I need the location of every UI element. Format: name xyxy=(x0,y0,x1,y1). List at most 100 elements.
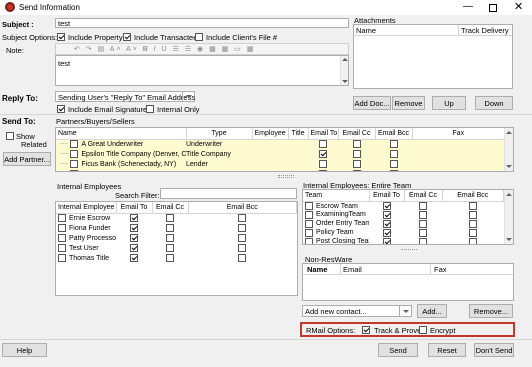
table-row[interactable]: Order Entry Team xyxy=(303,219,504,228)
email-cc-checkbox[interactable] xyxy=(352,140,361,149)
add-partner-button[interactable]: Add Partner... xyxy=(3,152,51,166)
note-textarea[interactable]: test xyxy=(55,55,349,86)
partners-row-checkbox[interactable] xyxy=(70,150,79,159)
attachments-down-button[interactable]: Down xyxy=(475,96,513,110)
team-splitter[interactable] xyxy=(401,249,417,251)
internal-row-checkbox[interactable] xyxy=(58,214,66,223)
email-cc-checkbox[interactable] xyxy=(166,224,174,232)
add-doc-button[interactable]: Add Doc... xyxy=(353,96,391,110)
nonres-remove-button[interactable]: Remove... xyxy=(469,304,513,318)
dont-send-button[interactable]: Don't Send xyxy=(474,343,514,357)
email-to-checkbox[interactable] xyxy=(319,170,327,171)
attachments-list[interactable]: Name Track Delivery xyxy=(353,24,513,89)
email-to-checkbox[interactable] xyxy=(319,160,327,168)
add-new-contact-select[interactable]: Add new contact... xyxy=(302,305,412,317)
email-cc-checkbox[interactable] xyxy=(352,170,361,171)
email-cc-checkbox[interactable] xyxy=(352,160,361,168)
table-row[interactable]: Test User xyxy=(56,243,297,253)
email-cc-checkbox[interactable] xyxy=(166,244,174,252)
table-row[interactable]: Post Closing Team xyxy=(303,237,504,244)
table-row[interactable]: Policy Team xyxy=(303,228,504,237)
email-cc-checkbox[interactable] xyxy=(419,228,427,237)
team-scrollbar[interactable] xyxy=(504,190,513,244)
table-row[interactable]: ┄┄ Ficus Bank (Schenectady, NY) Lender xyxy=(56,159,505,169)
team-row-checkbox[interactable] xyxy=(305,210,313,219)
maximize-icon[interactable] xyxy=(489,4,497,12)
attachments-remove-button[interactable]: Remove xyxy=(392,96,425,110)
email-bcc-checkbox[interactable] xyxy=(389,150,398,158)
partners-scrollbar[interactable] xyxy=(504,128,513,171)
partners-row-checkbox[interactable] xyxy=(70,140,79,149)
track-prove-checkbox[interactable] xyxy=(362,325,370,335)
team-row-checkbox[interactable] xyxy=(305,228,313,237)
table-row[interactable]: Thomas Title xyxy=(56,253,297,263)
note-scrollbar[interactable] xyxy=(340,56,348,85)
email-bcc-checkbox[interactable] xyxy=(468,237,477,244)
subject-input[interactable]: test xyxy=(55,18,349,28)
table-row[interactable]: Fiona Funder xyxy=(56,223,297,233)
attachments-up-button[interactable]: Up xyxy=(432,96,466,110)
email-to-checkbox[interactable] xyxy=(130,254,138,262)
email-to-checkbox[interactable] xyxy=(130,224,138,232)
help-button[interactable]: Help xyxy=(2,343,47,357)
email-to-checkbox[interactable] xyxy=(130,234,138,242)
email-cc-checkbox[interactable] xyxy=(419,210,427,219)
email-to-checkbox[interactable] xyxy=(319,140,327,149)
table-row[interactable]: ExaminingTeam xyxy=(303,210,504,219)
nonres-grid[interactable]: Name Email Fax xyxy=(302,263,514,301)
email-to-checkbox[interactable] xyxy=(382,210,391,219)
internal-splitter[interactable] xyxy=(278,175,294,178)
team-grid[interactable]: Team Email To Email Cc Email Bcc Escrow Tea… xyxy=(302,189,514,245)
table-row[interactable]: Ernie Escrow xyxy=(56,213,297,223)
email-bcc-checkbox[interactable] xyxy=(468,201,477,210)
team-row-checkbox[interactable] xyxy=(305,237,313,244)
partners-grid[interactable]: Name Type Employee Title Email To Email Cc Ema… xyxy=(55,127,514,172)
table-row[interactable]: Escrow Team xyxy=(303,201,504,210)
email-bcc-checkbox[interactable] xyxy=(238,234,247,242)
table-row[interactable]: ┄┄ A Great Underwriter Underwriter xyxy=(56,139,505,149)
email-to-checkbox[interactable] xyxy=(382,228,391,237)
email-bcc-checkbox[interactable] xyxy=(468,219,477,228)
team-row-checkbox[interactable] xyxy=(305,201,313,210)
internal-row-checkbox[interactable] xyxy=(58,244,66,252)
partner-fax[interactable] xyxy=(412,169,505,171)
formatting-icons[interactable]: ↶ ↷ ▤ A˄ A˅ 𝐁 𝐼 U ☰ ☰ ◉ ▦ ▦ ▭ ▦ xyxy=(74,45,255,54)
table-row[interactable]: ┄┄ Hold for RecordingHold for Recording xyxy=(56,169,505,171)
show-related-checkbox[interactable] xyxy=(6,131,14,141)
include-transactee-checkbox[interactable] xyxy=(123,32,131,42)
email-to-checkbox[interactable] xyxy=(130,244,138,252)
email-cc-checkbox[interactable] xyxy=(352,150,361,158)
email-to-checkbox[interactable] xyxy=(319,150,327,158)
include-property-checkbox[interactable] xyxy=(57,32,65,42)
reply-to-select[interactable]: Sending User's "Reply To" Email Address xyxy=(55,91,195,102)
email-cc-checkbox[interactable] xyxy=(166,214,174,223)
internal-row-checkbox[interactable] xyxy=(58,224,66,232)
table-row[interactable]: ┄┄ Epsilon Title Company (Denver, CO Titl… xyxy=(56,149,505,159)
reset-button[interactable]: Reset xyxy=(428,343,466,357)
email-cc-checkbox[interactable] xyxy=(419,201,427,210)
internal-row-checkbox[interactable] xyxy=(58,234,66,242)
nonres-add-button[interactable]: Add... xyxy=(417,304,447,318)
partner-fax[interactable] xyxy=(412,159,505,169)
internal-row-checkbox[interactable] xyxy=(58,254,66,262)
email-bcc-checkbox[interactable] xyxy=(238,214,247,223)
search-filter-input[interactable] xyxy=(160,188,297,199)
email-bcc-checkbox[interactable] xyxy=(468,228,477,237)
team-row-checkbox[interactable] xyxy=(305,219,313,228)
email-to-checkbox[interactable] xyxy=(382,219,391,228)
email-bcc-checkbox[interactable] xyxy=(238,254,247,262)
include-clients-file-checkbox[interactable] xyxy=(195,32,203,42)
email-to-checkbox[interactable] xyxy=(130,214,138,223)
email-cc-checkbox[interactable] xyxy=(419,237,427,244)
email-cc-checkbox[interactable] xyxy=(166,254,174,262)
partner-fax[interactable] xyxy=(412,149,505,159)
email-to-checkbox[interactable] xyxy=(382,237,391,244)
close-icon[interactable]: ✕ xyxy=(514,0,523,13)
partner-fax[interactable] xyxy=(412,139,505,149)
email-bcc-checkbox[interactable] xyxy=(389,160,398,168)
internal-only-checkbox[interactable] xyxy=(146,104,154,114)
partners-row-checkbox[interactable] xyxy=(70,160,79,169)
email-to-checkbox[interactable] xyxy=(382,201,391,210)
email-bcc-checkbox[interactable] xyxy=(389,170,398,171)
email-cc-checkbox[interactable] xyxy=(166,234,174,242)
